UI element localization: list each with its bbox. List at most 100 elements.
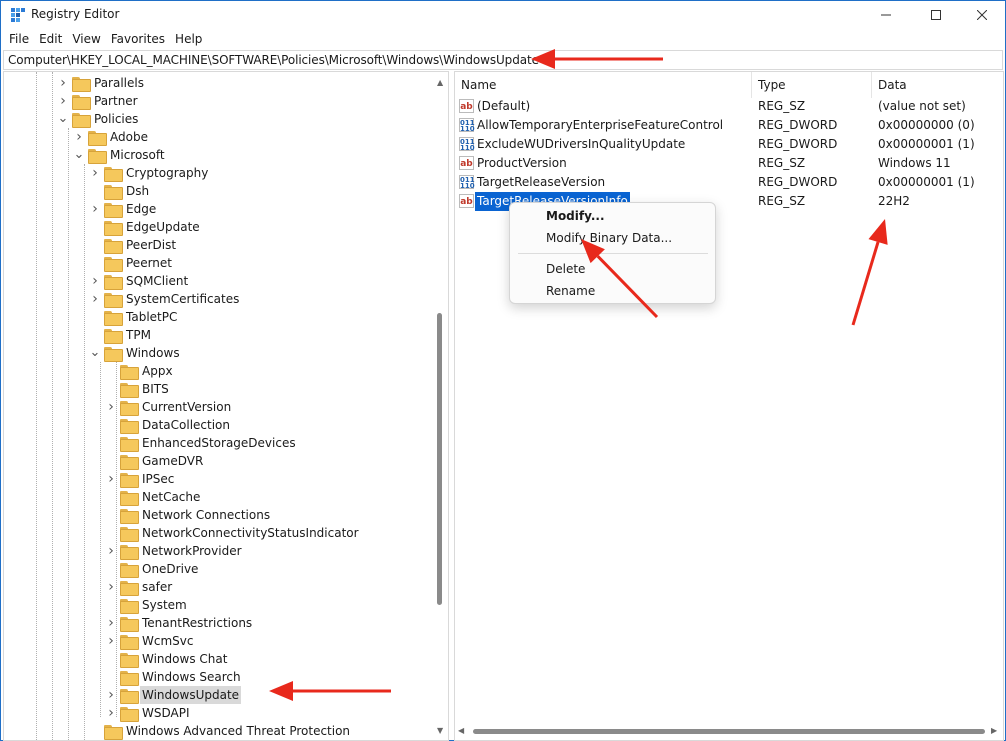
tree-node[interactable]: ⌄ Policies — [58, 110, 140, 128]
tree-node-label[interactable]: Adobe — [108, 128, 150, 146]
chevron-right-icon[interactable]: › — [74, 128, 84, 146]
maximize-button[interactable] — [913, 1, 959, 29]
tree-node[interactable]: › TenantRestrictions — [106, 614, 254, 632]
tree-node[interactable]: › WcmSvc — [106, 632, 195, 650]
scroll-left-icon[interactable]: ◀ — [458, 726, 464, 735]
context-delete[interactable]: Delete — [546, 262, 585, 276]
chevron-right-icon[interactable]: › — [58, 74, 68, 92]
tree-node-label[interactable]: BITS — [140, 380, 171, 398]
chevron-right-icon[interactable]: › — [90, 164, 100, 182]
tree-node-label[interactable]: Windows Chat — [140, 650, 229, 668]
tree-node-label[interactable]: NetworkConnectivityStatusIndicator — [140, 524, 361, 542]
chevron-right-icon[interactable]: › — [58, 92, 68, 110]
context-modify-binary[interactable]: Modify Binary Data... — [546, 231, 672, 245]
chevron-right-icon[interactable]: › — [90, 290, 100, 308]
tree-node[interactable]: TabletPC — [90, 308, 179, 326]
tree-node-label[interactable]: NetCache — [140, 488, 202, 506]
tree-node[interactable]: GameDVR — [106, 452, 205, 470]
tree-node-label[interactable]: TenantRestrictions — [140, 614, 254, 632]
tree-node[interactable]: › WindowsUpdate — [106, 686, 242, 704]
list-horizontal-scroll-thumb[interactable] — [473, 729, 985, 734]
tree-node-label[interactable]: Windows Advanced Threat Protection — [124, 722, 352, 740]
tree-node-label[interactable]: safer — [140, 578, 174, 596]
tree-node-label[interactable]: WindowsUpdate — [140, 686, 242, 704]
tree-node[interactable]: › Partner — [58, 92, 140, 110]
registry-tree[interactable]: ▲ ▼ › Parallels › Partner ⌄ Policies › Adobe ⌄ Mi… — [3, 71, 449, 741]
tree-node[interactable]: DataCollection — [106, 416, 232, 434]
tree-node-label[interactable]: DataCollection — [140, 416, 232, 434]
chevron-down-icon[interactable]: ⌄ — [74, 146, 85, 164]
column-header-data[interactable]: Data — [872, 72, 1003, 98]
column-header-type[interactable]: Type — [752, 72, 872, 98]
address-bar[interactable]: Computer\HKEY_LOCAL_MACHINE\SOFTWARE\Pol… — [3, 50, 1003, 70]
menu-edit[interactable]: Edit — [34, 30, 67, 49]
tree-node-label[interactable]: Cryptography — [124, 164, 210, 182]
scroll-right-icon[interactable]: ▶ — [991, 726, 997, 735]
tree-node[interactable]: Windows Search — [106, 668, 243, 686]
tree-node[interactable]: EnhancedStorageDevices — [106, 434, 298, 452]
tree-node[interactable]: › Cryptography — [90, 164, 210, 182]
chevron-right-icon[interactable]: › — [106, 542, 116, 560]
chevron-right-icon[interactable]: › — [106, 578, 116, 596]
tree-node-label[interactable]: Windows Search — [140, 668, 243, 686]
values-list[interactable]: Name Type Data ◀ ▶ ab (Default) REG_SZ (val… — [454, 71, 1004, 741]
tree-node-label[interactable]: SystemCertificates — [124, 290, 241, 308]
tree-node[interactable]: › WSDAPI — [106, 704, 192, 722]
tree-node-label[interactable]: WSDAPI — [140, 704, 192, 722]
tree-node-label[interactable]: WcmSvc — [140, 632, 195, 650]
menu-file[interactable]: File — [4, 30, 34, 49]
tree-node-label[interactable]: NetworkProvider — [140, 542, 244, 560]
tree-node[interactable]: › CurrentVersion — [106, 398, 233, 416]
tree-node[interactable]: Windows Advanced Threat Protection — [90, 722, 352, 740]
tree-node[interactable]: EdgeUpdate — [90, 218, 202, 236]
chevron-right-icon[interactable]: › — [106, 398, 116, 416]
tree-node[interactable]: › Parallels — [58, 74, 146, 92]
tree-node-label[interactable]: EdgeUpdate — [124, 218, 202, 236]
value-row[interactable]: 011 110 TargetReleaseVersion REG_DWORD 0x000… — [455, 173, 1003, 192]
tree-node-label[interactable]: EnhancedStorageDevices — [140, 434, 298, 452]
tree-node-label[interactable]: TPM — [124, 326, 153, 344]
value-name[interactable]: ProductVersion — [477, 154, 567, 173]
tree-node[interactable]: OneDrive — [106, 560, 200, 578]
tree-node[interactable]: TPM — [90, 326, 153, 344]
tree-node-label[interactable]: Dsh — [124, 182, 151, 200]
value-name[interactable]: (Default) — [477, 97, 530, 116]
tree-node[interactable]: ⌄ Microsoft — [74, 146, 167, 164]
tree-node[interactable]: ⌄ Windows — [90, 344, 182, 362]
tree-node[interactable]: System — [106, 596, 189, 614]
tree-node[interactable]: › Edge — [90, 200, 158, 218]
chevron-down-icon[interactable]: ⌄ — [90, 344, 101, 362]
menu-view[interactable]: View — [67, 30, 105, 49]
value-name[interactable]: TargetReleaseVersion — [477, 173, 605, 192]
tree-scroll-thumb[interactable] — [437, 313, 442, 605]
chevron-right-icon[interactable]: › — [106, 470, 116, 488]
tree-node-label[interactable]: System — [140, 596, 189, 614]
tree-node[interactable]: › NetworkProvider — [106, 542, 244, 560]
value-row[interactable]: ab ProductVersion REG_SZ Windows 11 — [455, 154, 1003, 173]
value-name[interactable]: ExcludeWUDriversInQualityUpdate — [477, 135, 685, 154]
tree-node-label[interactable]: Microsoft — [108, 146, 167, 164]
chevron-right-icon[interactable]: › — [106, 704, 116, 722]
menu-favorites[interactable]: Favorites — [106, 30, 170, 49]
tree-node-label[interactable]: Policies — [92, 110, 140, 128]
tree-node-label[interactable]: GameDVR — [140, 452, 205, 470]
tree-node[interactable]: Network Connections — [106, 506, 272, 524]
close-button[interactable] — [959, 1, 1005, 29]
value-row[interactable]: 011 110 AllowTemporaryEnterpriseFeatureCon… — [455, 116, 1003, 135]
value-name[interactable]: AllowTemporaryEnterpriseFeatureControl — [477, 116, 723, 135]
tree-node-label[interactable]: Network Connections — [140, 506, 272, 524]
chevron-right-icon[interactable]: › — [106, 632, 116, 650]
tree-node-label[interactable]: PeerDist — [124, 236, 178, 254]
tree-node-label[interactable]: Partner — [92, 92, 140, 110]
tree-node[interactable]: › Adobe — [74, 128, 150, 146]
chevron-down-icon[interactable]: ⌄ — [58, 110, 69, 128]
menu-help[interactable]: Help — [170, 30, 207, 49]
scroll-down-icon[interactable]: ▼ — [437, 726, 443, 735]
tree-node[interactable]: Windows Chat — [106, 650, 229, 668]
value-row[interactable]: ab (Default) REG_SZ (value not set) — [455, 97, 1003, 116]
tree-node[interactable]: Dsh — [90, 182, 151, 200]
tree-node[interactable]: Peernet — [90, 254, 174, 272]
column-header-name[interactable]: Name — [455, 72, 752, 98]
chevron-right-icon[interactable]: › — [106, 614, 116, 632]
tree-node[interactable]: NetCache — [106, 488, 202, 506]
